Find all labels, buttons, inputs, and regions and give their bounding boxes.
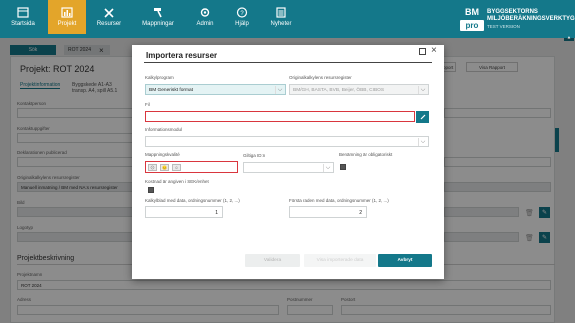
first-row-label: Första raden med data, ordningsnummer (1… [289,198,389,203]
resource-register-value: BM/GH, BASTA, BVB, Beijer, ÖBB, CIBOS [293,87,385,93]
tools-icon [104,8,114,18]
calc-program-select[interactable]: BM Generiskt format ⌵ [145,84,286,95]
pencil-icon [420,114,425,120]
ribbon-startsida-button[interactable]: Startsida [4,0,42,34]
ribbon-admin-button[interactable]: Admin [186,0,224,34]
main-ribbon: Startsida Projekt Resurser Mappningar Ad… [0,0,575,38]
ribbon-nyheter-button[interactable]: Nyheter [262,0,300,34]
naming-required-label: Benämning är obligatoriskt [339,152,393,157]
chevron-down-icon: ⌵ [418,138,427,146]
chart-icon [61,7,73,18]
gear-icon [200,8,210,17]
ribbon-label: Startsida [11,21,35,27]
ribbon-projekt-button[interactable]: Projekt [48,0,86,34]
logo-pro-text: pro [460,20,484,31]
maximize-icon[interactable] [419,48,426,55]
brand-line3: TEST VERSION [487,24,520,29]
logo-bm-text: BM [465,7,479,17]
file-label: Fil [145,102,150,107]
sheet-number-label: Kalkylblad med data, ordningsnummer (1, … [145,198,240,203]
ribbon-resurser-button[interactable]: Resurser [90,0,128,34]
chevron-down-icon: ⌵ [418,86,427,94]
show-imported-data-button[interactable]: Visa importerade data [304,254,376,267]
valid-ids-label: Giltiga ID:n [243,153,266,158]
close-icon[interactable]: × [431,45,437,57]
sheet-number-input[interactable]: 1 [145,206,223,218]
mapping-quality-label: Mappningskvalité [145,152,180,157]
valid-ids-select[interactable]: ⌵ [243,162,334,173]
calc-program-value: BM Generiskt format [149,87,193,93]
first-row-input[interactable]: 2 [289,206,367,218]
validate-button[interactable]: Validera [245,254,300,267]
hammer-icon [154,8,162,18]
info-module-label: Informationsmodul [145,127,183,132]
dialog-title: Importera resurser [146,51,218,60]
mapping-quality-selector[interactable]: ☹ 😐 ☺ [145,161,238,173]
quality-option-1[interactable]: ☹ [148,163,157,171]
brand-logo: BM pro BYGGSEKTORNS MILJÖBERÄKNINGSVERKT… [460,7,575,33]
ribbon-label: Hjälp [235,21,249,27]
brand-line2: MILJÖBERÄKNINGSVERKTYG [487,16,575,22]
cancel-button[interactable]: Avbryt [378,254,432,267]
cost-label: Kostnad är angiven i SEK/enhet [145,179,209,184]
resource-register-select: BM/GH, BASTA, BVB, Beijer, ÖBB, CIBOS ⌵ [289,84,429,95]
ribbon-hjalp-button[interactable]: ? Hjälp [223,0,261,34]
bm-pro-logo: BM pro [460,7,484,31]
info-module-select[interactable]: ⌵ [145,136,429,147]
ribbon-label: Admin [196,21,214,27]
ribbon-label: Projekt [57,21,77,27]
naming-required-checkbox[interactable] [340,164,346,170]
ribbon-label: Resurser [96,21,122,27]
ribbon-label: Nyheter [270,21,292,27]
chevron-down-icon: ⌵ [275,86,284,94]
cost-checkbox[interactable] [148,187,154,193]
news-icon [276,7,286,18]
help-icon: ? [236,7,248,18]
calc-program-label: Kalkylprogram [145,75,174,80]
quality-option-2[interactable]: 😐 [160,163,169,171]
browse-file-button[interactable] [416,111,429,123]
home-icon [17,7,29,18]
title-divider [144,62,432,63]
quality-option-3[interactable]: ☺ [172,163,181,171]
chevron-down-icon: ⌵ [323,164,332,172]
import-resources-dialog: Importera resurser × Kalkylprogram BM Ge… [132,45,444,279]
resource-register-label: Originalkalkylens resursregister [289,75,352,80]
ribbon-label: Mappningar [142,21,174,27]
brand-line1: BYGGSEKTORNS [487,9,538,15]
ribbon-mappningar-button[interactable]: Mappningar [139,0,177,34]
file-input[interactable] [145,111,415,122]
